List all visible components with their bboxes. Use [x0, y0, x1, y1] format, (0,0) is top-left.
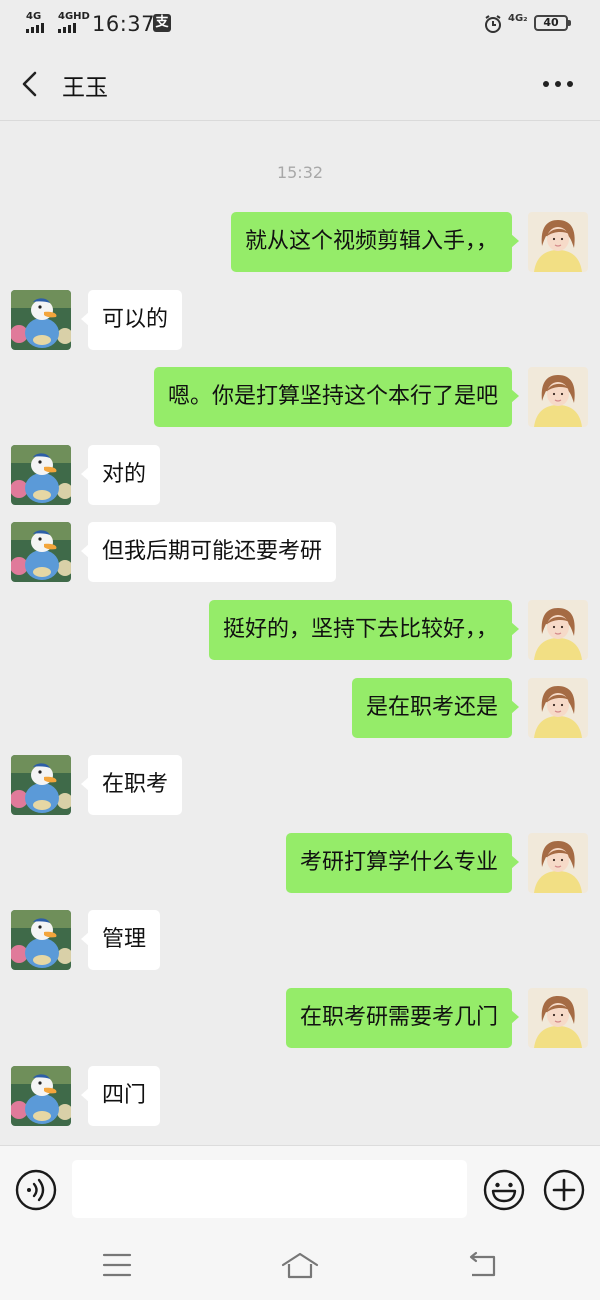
contact-avatar[interactable] [11, 522, 71, 582]
contact-avatar[interactable] [11, 910, 71, 970]
my-avatar[interactable] [528, 833, 588, 893]
outgoing-message: 是在职考还是 [0, 678, 600, 738]
emoji-icon[interactable] [482, 1168, 526, 1212]
signal-1-label: 4G [26, 11, 42, 22]
ellipsis-icon[interactable] [540, 68, 576, 100]
network-indicator: 4G₂ [508, 13, 528, 24]
system-navigation-bar [0, 1231, 600, 1300]
home-icon[interactable] [280, 1251, 320, 1281]
message-bubble[interactable]: 对的 [80, 445, 161, 505]
message-bubble[interactable]: 挺好的，坚持下去比较好，， [208, 600, 520, 660]
message-bubble[interactable]: 就从这个视频剪辑入手，， [230, 212, 520, 272]
message-bubble[interactable]: 在职考研需要考几门 [285, 988, 520, 1048]
incoming-message: 对的 [0, 445, 600, 505]
my-avatar[interactable] [528, 600, 588, 660]
my-avatar[interactable] [528, 212, 588, 272]
message-timestamp: 15:32 [276, 163, 324, 182]
outgoing-message: 嗯。你是打算坚持这个本行了是吧 [0, 367, 600, 427]
outgoing-message: 挺好的，坚持下去比较好，， [0, 600, 600, 660]
incoming-message: 在职考 [0, 755, 600, 815]
my-avatar[interactable] [528, 367, 588, 427]
menu-icon[interactable] [102, 1251, 132, 1279]
alarm-icon [485, 15, 501, 33]
status-time: 16:37 [92, 12, 156, 36]
outgoing-message: 就从这个视频剪辑入手，， [0, 212, 600, 272]
message-bubble[interactable]: 但我后期可能还要考研 [80, 522, 337, 582]
chat-title: 王玉 [62, 75, 108, 101]
message-bubble[interactable]: 在职考 [80, 755, 183, 815]
incoming-message: 四门 [0, 1066, 600, 1126]
status-bar: 4G 4GHD 16:37 支 4G₂ 40 [0, 0, 600, 46]
message-input-bar [0, 1145, 600, 1232]
return-icon[interactable] [466, 1251, 498, 1279]
alipay-icon: 支 [153, 14, 171, 32]
signal-strength-2: 4GHD [58, 12, 90, 33]
signal-strength-1: 4G [26, 12, 44, 33]
contact-avatar[interactable] [11, 755, 71, 815]
battery-icon: 40 [534, 15, 571, 31]
message-bubble[interactable]: 四门 [80, 1066, 161, 1126]
message-bubble[interactable]: 考研打算学什么专业 [285, 833, 520, 893]
contact-avatar[interactable] [11, 290, 71, 350]
plus-icon[interactable] [542, 1168, 586, 1212]
incoming-message: 管理 [0, 910, 600, 970]
voice-icon[interactable] [14, 1168, 58, 1212]
contact-avatar[interactable] [11, 1066, 71, 1126]
battery-level: 40 [543, 16, 559, 29]
signal-bars-icon [26, 23, 44, 33]
outgoing-message: 考研打算学什么专业 [0, 833, 600, 893]
message-bubble[interactable]: 嗯。你是打算坚持这个本行了是吧 [153, 367, 520, 427]
incoming-message: 但我后期可能还要考研 [0, 522, 600, 582]
message-bubble[interactable]: 可以的 [80, 290, 183, 350]
message-text-input[interactable] [72, 1160, 467, 1218]
outgoing-message: 在职考研需要考几门 [0, 988, 600, 1048]
signal-2-label: 4GHD [58, 11, 90, 22]
contact-avatar[interactable] [11, 445, 71, 505]
my-avatar[interactable] [528, 678, 588, 738]
message-bubble[interactable]: 管理 [80, 910, 161, 970]
chevron-left-icon[interactable] [14, 68, 46, 100]
message-bubble[interactable]: 是在职考还是 [351, 678, 520, 738]
incoming-message: 可以的 [0, 290, 600, 350]
chat-header: 王玉 [0, 46, 600, 121]
signal-bars-icon [58, 23, 90, 33]
chat-message-list[interactable]: 15:32 就从这个视频剪辑入手，， 可以的 嗯。你是打算坚持这个本行了是吧 对… [0, 121, 600, 1145]
my-avatar[interactable] [528, 988, 588, 1048]
